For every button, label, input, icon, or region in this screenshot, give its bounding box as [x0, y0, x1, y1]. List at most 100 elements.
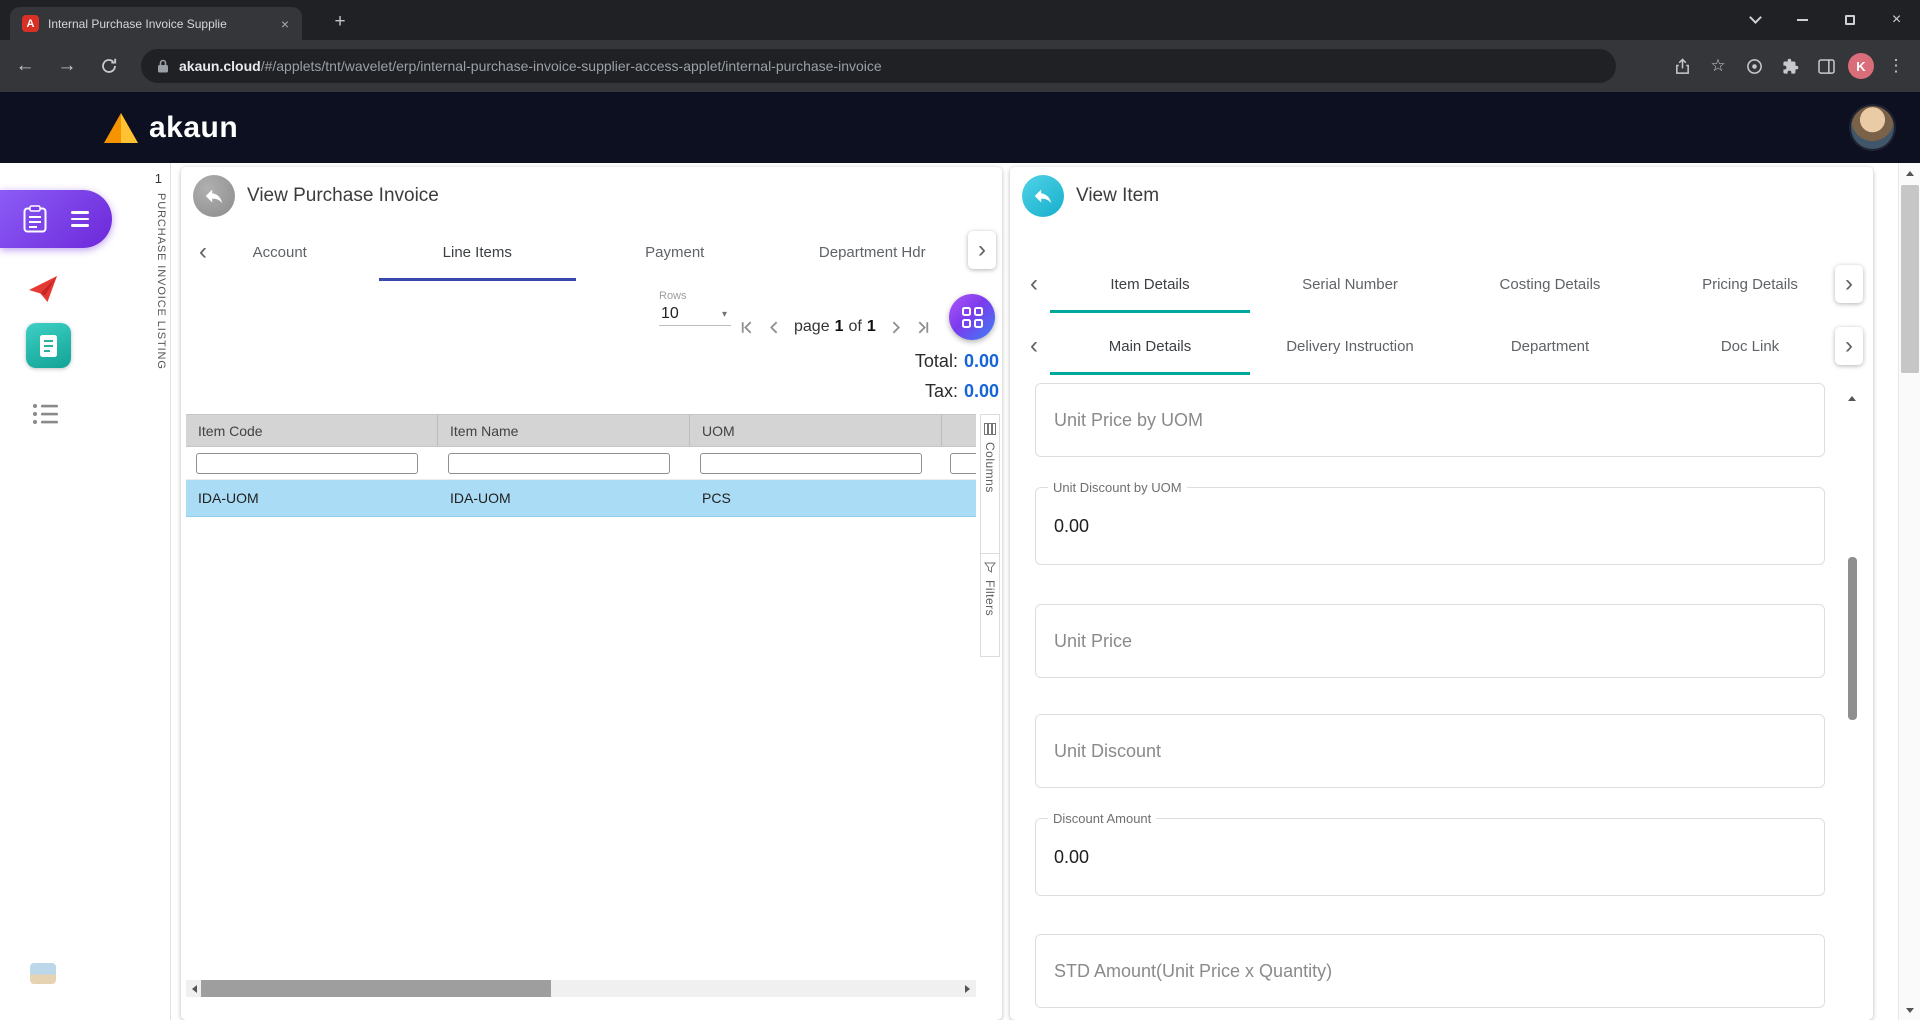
tab-delivery-instruction[interactable]: Delivery Instruction [1250, 317, 1450, 375]
column-header-item-code: Item Code [186, 415, 438, 446]
tab-serial-number[interactable]: Serial Number [1250, 255, 1450, 313]
minimize-button[interactable] [1779, 0, 1826, 40]
field-unit-discount-by-uom[interactable]: Unit Discount by UOM 0.00 [1035, 487, 1825, 565]
maximize-button[interactable] [1826, 0, 1873, 40]
filter-input-item-name[interactable] [448, 453, 670, 474]
new-tab-button[interactable]: + [327, 9, 353, 35]
tab-close-icon[interactable]: × [276, 15, 294, 33]
applet-switcher-pill[interactable] [0, 190, 112, 248]
tab-department-hdr[interactable]: Department Hdr [774, 223, 972, 281]
side-panel-button[interactable] [1812, 52, 1840, 80]
extensions-button[interactable] [1776, 52, 1804, 80]
total-value: 0.00 [964, 351, 999, 372]
next-page-button[interactable] [886, 317, 906, 337]
last-page-button[interactable] [913, 317, 933, 337]
forward-button[interactable]: → [50, 49, 84, 83]
page-scrollbar[interactable] [1898, 163, 1920, 1020]
browser-tab[interactable]: A Internal Purchase Invoice Supplie × [10, 7, 302, 40]
item-tabs-primary: Item Details Serial Number Costing Detai… [1050, 255, 1850, 313]
primary-tabs-scroll-right[interactable]: › [1835, 265, 1863, 303]
tab-item-details[interactable]: Item Details [1050, 255, 1250, 313]
tab-costing-details[interactable]: Costing Details [1450, 255, 1650, 313]
item-back-button[interactable] [1022, 175, 1064, 217]
first-page-button[interactable] [737, 317, 757, 337]
filter-input-stub[interactable] [950, 453, 976, 474]
caret-down-icon: ▾ [722, 309, 727, 320]
field-unit-price[interactable]: Unit Price [1035, 604, 1825, 678]
rail-item-list[interactable] [32, 403, 60, 425]
share-button[interactable] [1668, 52, 1696, 80]
back-arrow-icon [1032, 185, 1054, 207]
field-label: Unit Price by UOM [1054, 410, 1203, 431]
page-scroll-up-button[interactable] [1899, 163, 1920, 183]
url-text: akaun.cloud/#/applets/tnt/wavelet/erp/in… [179, 58, 882, 74]
rows-per-page: Rows 10 ▾ [659, 290, 737, 326]
lock-icon[interactable] [157, 59, 169, 74]
rows-value: 10 [661, 305, 679, 323]
primary-tabs-scroll-left[interactable]: ‹ [1022, 269, 1046, 299]
invoice-back-button[interactable] [193, 175, 235, 217]
tab-title: Internal Purchase Invoice Supplie [48, 17, 267, 31]
page-scroll-down-button[interactable] [1899, 1000, 1920, 1020]
table-row[interactable]: IDA-UOM IDA-UOM PCS [186, 480, 976, 517]
prev-page-button[interactable] [764, 317, 784, 337]
tab-scroll-left-button[interactable]: ‹ [191, 237, 215, 267]
tab-search-button[interactable] [1732, 0, 1779, 40]
line-items-table: Item Code Item Name UOM IDA-UOM IDA-UOM … [186, 414, 976, 517]
window-close-button[interactable]: × [1873, 0, 1920, 40]
url-domain: akaun.cloud [179, 58, 261, 74]
total-label: Total: [915, 351, 958, 372]
secondary-tabs-scroll-right[interactable]: › [1835, 327, 1863, 365]
columns-tool[interactable]: Columns [980, 414, 1000, 554]
panel-scroll-up-button[interactable] [1848, 379, 1856, 397]
tab-pricing-details[interactable]: Pricing Details [1650, 255, 1850, 313]
address-bar[interactable]: akaun.cloud/#/applets/tnt/wavelet/erp/in… [141, 49, 1616, 83]
refresh-button[interactable] [92, 49, 126, 83]
browser-profile-avatar[interactable]: K [1848, 53, 1874, 79]
profile-avatar[interactable] [1851, 106, 1894, 149]
panel-scroll-thumb[interactable] [1848, 557, 1857, 720]
field-std-amount[interactable]: STD Amount(Unit Price x Quantity) [1035, 934, 1825, 1008]
filter-input-uom[interactable] [700, 453, 922, 474]
scroll-right-button[interactable] [959, 980, 976, 997]
pagination: page 1 of 1 [737, 313, 933, 341]
page-number: 1 [835, 318, 844, 336]
last-page-icon [914, 319, 931, 336]
tab-scroll-right-button[interactable]: › [968, 231, 996, 269]
rail-item-red-applet[interactable] [27, 273, 59, 305]
tab-line-items[interactable]: Line Items [379, 223, 577, 281]
side-panel-icon [1818, 59, 1835, 74]
table-side-tools: Columns Filters [980, 414, 1000, 657]
field-unit-price-by-uom[interactable]: Unit Price by UOM [1035, 383, 1825, 457]
tab-department[interactable]: Department [1450, 317, 1650, 375]
table-header-row: Item Code Item Name UOM [186, 414, 976, 447]
vertical-panel-label: PURCHASE INVOICE LISTING [155, 193, 167, 370]
refresh-icon [100, 57, 118, 75]
filter-input-item-code[interactable] [196, 453, 418, 474]
field-discount-amount[interactable]: Discount Amount 0.00 [1035, 818, 1825, 896]
rows-select[interactable]: 10 ▾ [659, 304, 731, 326]
field-unit-discount[interactable]: Unit Discount [1035, 714, 1825, 788]
filters-tool[interactable]: Filters [980, 553, 1000, 657]
rail-item-document-applet[interactable] [26, 323, 71, 368]
page-count: 1 [867, 318, 876, 336]
app-logo: akaun [104, 111, 238, 145]
column-header-stub [942, 415, 976, 446]
field-label: Unit Discount by UOM [1048, 480, 1187, 495]
horizontal-scrollbar[interactable] [186, 980, 976, 997]
secondary-tabs-scroll-left[interactable]: ‹ [1022, 331, 1046, 361]
red-applet-icon [27, 273, 59, 305]
horizontal-scroll-thumb[interactable] [201, 980, 551, 997]
tab-payment[interactable]: Payment [576, 223, 774, 281]
page-scroll-thumb[interactable] [1901, 185, 1919, 373]
browser-menu-button[interactable]: ⋮ [1882, 52, 1910, 80]
tab-main-details[interactable]: Main Details [1050, 317, 1250, 375]
window-controls: × [1732, 0, 1920, 40]
lens-button[interactable] [1740, 52, 1768, 80]
bookmark-button[interactable]: ☆ [1704, 52, 1732, 80]
grid-view-button[interactable] [949, 294, 995, 340]
app-rail [0, 163, 116, 1020]
tab-doc-link[interactable]: Doc Link [1650, 317, 1850, 375]
back-button[interactable]: ← [8, 49, 42, 83]
prev-page-icon [766, 319, 783, 336]
